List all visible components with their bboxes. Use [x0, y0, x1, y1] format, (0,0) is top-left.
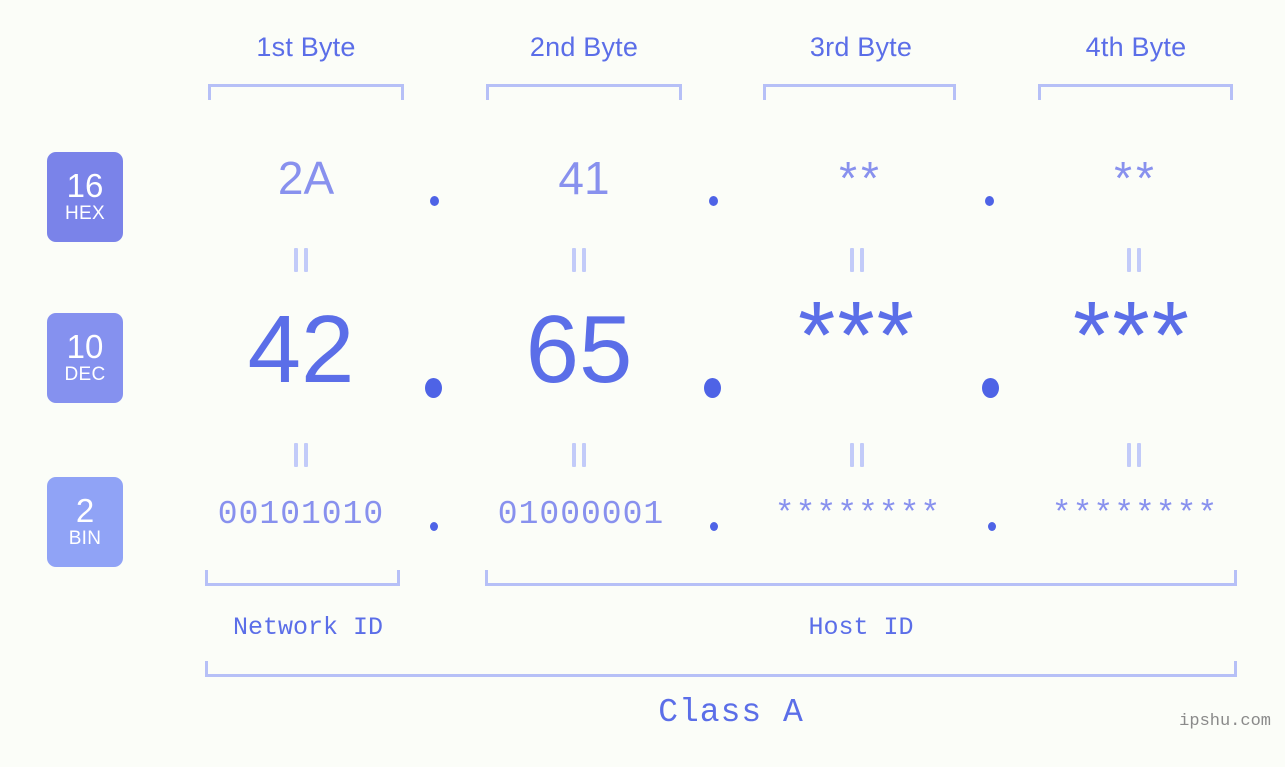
bin-separator-dot-1 [430, 522, 438, 531]
equals-mark-dec-bin-1 [294, 443, 308, 467]
dec-separator-dot-3 [982, 378, 999, 398]
byte-bracket-1 [208, 84, 404, 100]
byte-header-label-2: 2nd Byte [529, 32, 639, 62]
bin-byte-value-1: 00101010 [217, 496, 385, 533]
byte-header-label-1: 1st Byte [256, 32, 356, 62]
equals-mark-dec-bin-4 [1127, 443, 1141, 467]
network-id-bracket [205, 570, 400, 586]
bin-byte-value-3: ******** [774, 496, 942, 533]
dec-separator-dot-1 [425, 378, 442, 398]
dec-byte-value-1: 42 [247, 296, 355, 403]
bin-byte-value-2: 01000001 [497, 496, 665, 533]
equals-mark-hex-dec-4 [1127, 248, 1141, 272]
radix-badge-hex-name: HEX [65, 203, 105, 225]
equals-mark-dec-bin-2 [572, 443, 586, 467]
equals-mark-hex-dec-2 [572, 248, 586, 272]
bin-separator-dot-3 [988, 522, 996, 531]
radix-badge-bin-number: 2 [75, 491, 95, 529]
equals-mark-hex-dec-1 [294, 248, 308, 272]
host-id-label: Host ID [808, 613, 914, 642]
hex-separator-dot-1 [430, 196, 439, 206]
hex-separator-dot-2 [709, 196, 718, 206]
radix-badge-bin-name: BIN [68, 528, 102, 550]
site-watermark: ipshu.com [1179, 712, 1271, 731]
dec-byte-value-3: *** [797, 282, 917, 389]
byte-header-label-3: 3rd Byte [809, 32, 913, 62]
equals-mark-dec-bin-3 [850, 443, 864, 467]
radix-badge-hex-number: 16 [66, 166, 104, 204]
radix-badge-hex: 16 HEX [47, 152, 123, 242]
dec-separator-dot-2 [704, 378, 721, 398]
hex-byte-value-3: ** [839, 152, 883, 204]
radix-badge-bin: 2 BIN [47, 477, 123, 567]
hex-byte-value-2: 41 [558, 152, 610, 204]
byte-bracket-4 [1038, 84, 1233, 100]
bin-byte-value-4: ******** [1051, 496, 1219, 533]
radix-badge-dec-name: DEC [64, 364, 106, 386]
ip-byte-breakdown-diagram: 1st Byte 2nd Byte 3rd Byte 4th Byte 16 H… [0, 0, 1285, 767]
class-label: Class A [658, 694, 804, 731]
network-id-label: Network ID [232, 613, 384, 642]
dec-byte-value-2: 65 [525, 296, 633, 403]
equals-mark-hex-dec-3 [850, 248, 864, 272]
hex-separator-dot-3 [985, 196, 994, 206]
byte-bracket-2 [486, 84, 682, 100]
radix-badge-dec-number: 10 [66, 327, 104, 365]
byte-bracket-3 [763, 84, 956, 100]
hex-byte-value-1: 2A [277, 152, 335, 204]
radix-badge-dec: 10 DEC [47, 313, 123, 403]
hex-byte-value-4: ** [1114, 152, 1158, 204]
host-id-bracket [485, 570, 1237, 586]
bin-separator-dot-2 [710, 522, 718, 531]
dec-byte-value-4: *** [1072, 282, 1192, 389]
byte-header-label-4: 4th Byte [1085, 32, 1187, 62]
class-bracket [205, 661, 1237, 677]
